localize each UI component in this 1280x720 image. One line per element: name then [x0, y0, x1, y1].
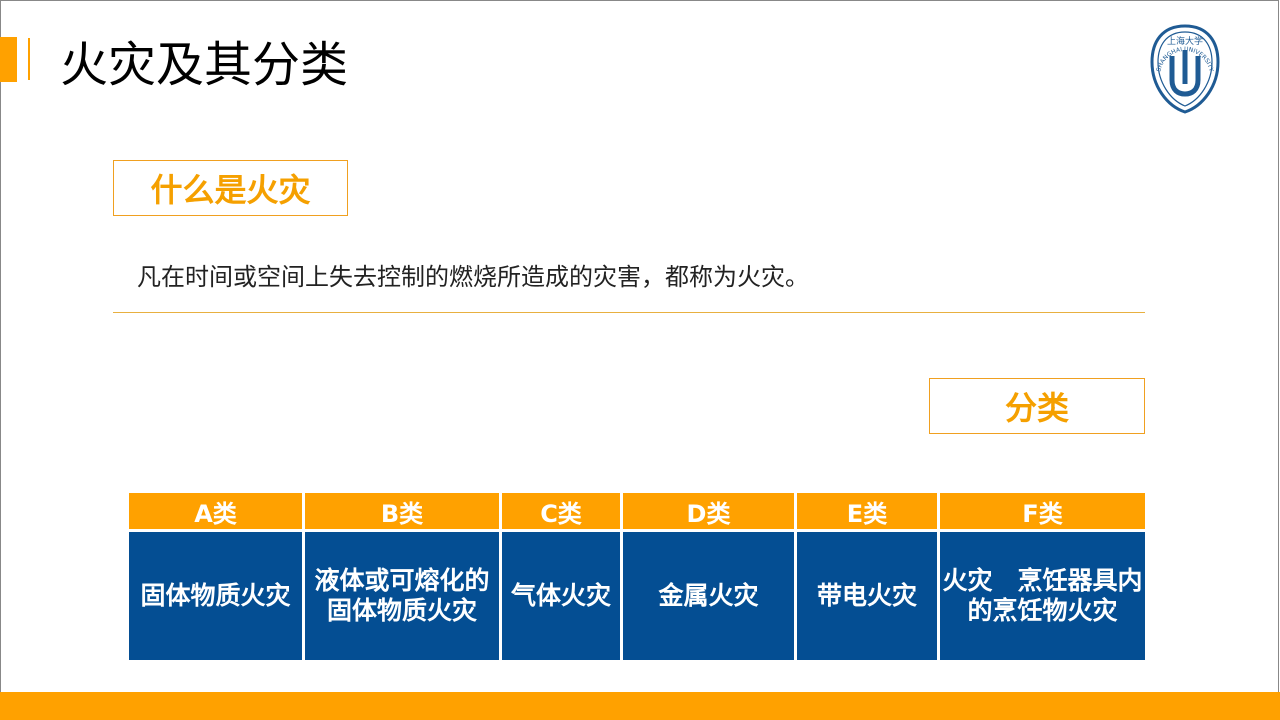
- title-divider: [28, 38, 30, 80]
- header-class-e: E类: [794, 490, 940, 532]
- fire-definition-text: 凡在时间或空间上失去控制的燃烧所造成的灾害，都称为火灾。: [137, 263, 809, 291]
- cell-class-a: 固体物质火灾: [126, 529, 305, 663]
- table-header-row: A类 B类 C类 D类 E类 F类: [126, 490, 1148, 532]
- header-class-a: A类: [126, 490, 305, 532]
- cell-class-b: 液体或可熔化的固体物质火灾: [302, 529, 502, 663]
- what-is-fire-heading: 什么是火灾: [113, 160, 348, 216]
- title-accent-bar: [0, 37, 17, 82]
- cell-class-f: 火灾 烹饪器具内的烹饪物火灾: [937, 529, 1148, 663]
- logo-top-text: 上海大学: [1167, 35, 1203, 47]
- shanghai-university-logo: 上海大学 SHANGHAI UNIVERSITY: [1150, 24, 1220, 114]
- classification-heading: 分类: [929, 378, 1145, 434]
- bottom-accent-bar: [0, 692, 1280, 720]
- table-row: 固体物质火灾 液体或可熔化的固体物质火灾 气体火灾 金属火灾 带电火灾 火灾 烹…: [126, 529, 1148, 663]
- header-class-f: F类: [937, 490, 1148, 532]
- header-class-d: D类: [620, 490, 797, 532]
- cell-class-c: 气体火灾: [499, 529, 623, 663]
- header-class-c: C类: [499, 490, 623, 532]
- fire-classification-table: A类 B类 C类 D类 E类 F类 固体物质火灾 液体或可熔化的固体物质火灾 气…: [126, 490, 1148, 663]
- definition-divider: [113, 312, 1145, 313]
- header-class-b: B类: [302, 490, 502, 532]
- cell-class-d: 金属火灾: [620, 529, 797, 663]
- cell-class-e: 带电火灾: [794, 529, 940, 663]
- page-title: 火灾及其分类: [60, 37, 349, 93]
